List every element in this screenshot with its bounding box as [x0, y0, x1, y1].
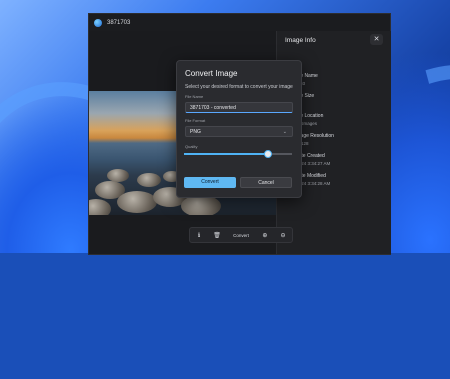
info-icon[interactable]: ℹ: [194, 232, 204, 239]
rock-shape: [89, 199, 111, 215]
dialog-title: Convert Image: [185, 69, 238, 78]
close-info-button[interactable]: ✕: [370, 34, 383, 45]
rock-shape: [117, 191, 157, 213]
quality-label: Quality: [185, 144, 198, 149]
quality-slider-fill: [184, 153, 269, 155]
file-name-label: File Name: [185, 94, 204, 99]
file-format-label: File Format: [185, 118, 206, 123]
dialog-subtitle: Select your desired format to convert yo…: [185, 84, 293, 90]
file-name-input[interactable]: 3871703 - converted: [185, 102, 293, 113]
delete-icon[interactable]: 🗑: [212, 232, 222, 239]
rock-shape: [137, 173, 161, 187]
quality-slider[interactable]: [184, 150, 292, 158]
convert-button[interactable]: Convert: [184, 177, 236, 188]
file-format-select[interactable]: PNG ⌄: [185, 126, 293, 137]
info-panel-title: Image Info: [285, 37, 316, 44]
rock-shape: [107, 169, 129, 182]
zoom-in-icon[interactable]: ⊕: [260, 232, 270, 239]
bottom-toolbar: ℹ 🗑 Convert ⊕ ⊖: [189, 227, 293, 243]
rock-shape: [181, 195, 221, 215]
zoom-out-icon[interactable]: ⊖: [278, 232, 288, 239]
chevron-down-icon: ⌄: [282, 129, 287, 135]
app-logo-icon: [94, 18, 102, 27]
file-format-value: PNG: [190, 129, 201, 135]
cancel-button[interactable]: Cancel: [240, 177, 292, 188]
title-bar[interactable]: 3871703: [89, 14, 390, 31]
toolbar-convert-button[interactable]: Convert: [230, 231, 252, 240]
window-title: 3871703: [107, 19, 131, 26]
